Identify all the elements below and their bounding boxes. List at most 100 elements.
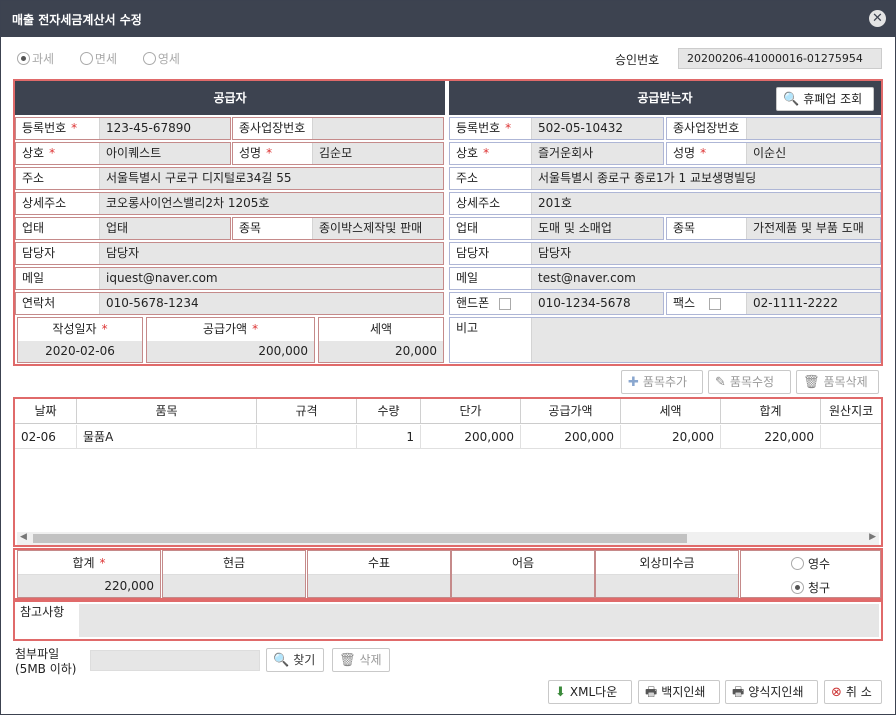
buyer-email-field[interactable]: test@naver.com [532,268,880,289]
buyer-biz-field[interactable]: 도매 및 소매업 [532,218,663,239]
horizontal-scrollbar[interactable]: ◀ ▶ [17,532,879,545]
memo-field[interactable] [79,604,879,637]
form-print-button[interactable]: 🖶 양식지인쇄 [725,680,818,704]
col-tax[interactable]: 세액 [621,399,721,423]
supplier-item-label: 종목 [233,218,313,239]
scrollbar-thumb[interactable] [33,534,687,543]
payment-check-label: 수표 [308,551,450,575]
payment-total-field[interactable]: 220,000 [18,575,160,597]
radio-claim[interactable] [791,581,804,594]
date-field[interactable]: 2020-02-06 [18,341,142,362]
payment-cash-label: 현금 [163,551,305,575]
buyer-addr-field[interactable]: 서울특별시 종로구 종로1가 1 교보생명빌딩 [532,168,880,189]
payment-credit: 외상미수금 [595,550,739,598]
xml-download-label: XML다운 [569,685,618,699]
lookup-closure-label: 휴폐업 조회 [803,92,863,106]
supplier-email-field[interactable]: iquest@naver.com [100,268,443,289]
col-unit-price[interactable]: 단가 [421,399,521,423]
memo-frame: 참고사항 [13,600,883,641]
radio-zero[interactable] [142,52,156,65]
supplier-phone-label: 연락처 [16,293,100,314]
edit-item-button[interactable]: ✎ 품목수정 [708,370,791,394]
radio-taxable[interactable] [17,52,30,65]
buyer-reg-field[interactable]: 502-05-10432 [532,118,663,139]
buyer-addr2-field[interactable]: 201호 [532,193,880,214]
add-item-button[interactable]: ✚ 품목추가 [621,370,703,394]
tax-field[interactable]: 20,000 [319,341,443,362]
supply-field[interactable]: 200,000 [147,341,314,362]
col-supply[interactable]: 공급가액 [521,399,621,423]
supplier-addr-label: 주소 [16,168,100,189]
cell-unit-price[interactable]: 200,000 [421,425,521,449]
buyer-name-field[interactable]: 즐거운회사 [532,143,663,164]
supplier-addr2-field[interactable]: 코오롱사이언스밸리2차 1205호 [100,193,443,214]
radio-taxable-label: 과세 [32,52,55,66]
fax-checkbox[interactable] [709,297,722,310]
item-table: 날짜 품목 규격 수량 단가 공급가액 세액 합계 원산지코 02-06 물품A… [13,397,883,547]
supplier-manager-field[interactable]: 담당자 [100,243,443,264]
radio-exempt[interactable] [79,52,93,65]
scroll-left-icon[interactable]: ◀ [20,532,27,542]
title-bar: 매출 전자세금계산서 수정 ✕ [1,1,895,37]
cell-supply[interactable]: 200,000 [521,425,621,449]
supplier-addr-row: 주소 서울특별시 구로구 디지털로34길 55 [15,167,444,190]
buyer-note-field[interactable] [532,318,880,362]
col-origin[interactable]: 원산지코 [821,399,881,423]
supplier-addr-field[interactable]: 서울특별시 구로구 디지털로34길 55 [100,168,443,189]
supplier-phone-field[interactable]: 010-5678-1234 [100,293,443,314]
col-qty[interactable]: 수량 [357,399,421,423]
plain-print-button[interactable]: 🖶 백지인쇄 [638,680,720,704]
buyer-item-label: 종목 [667,218,747,239]
cell-qty[interactable]: 1 [357,425,421,449]
buyer-branch-row: 종사업장번호 [666,117,881,140]
delete-file-button[interactable]: 🗑 삭제 [332,648,390,672]
supplier-reg-field[interactable]: 123-45-67890 [100,118,230,139]
payment-credit-field[interactable] [596,575,738,597]
supplier-biz-field[interactable]: 업태 [100,218,230,239]
supplier-item-field[interactable]: 종이박스제작및 판매 [313,218,443,239]
supplier-name-field[interactable]: 아이퀘스트 [100,143,230,164]
cell-total[interactable]: 220,000 [721,425,821,449]
radio-receipt-wrap: 영수 [791,555,830,572]
xml-download-button[interactable]: ⬇ XML다운 [548,680,632,704]
receipt-claim-group: 영수 청구 [740,550,881,598]
cell-item[interactable]: 물품A [77,425,257,449]
cancel-button[interactable]: ⊗ 취 소 [824,680,882,704]
supplier-ceo-field[interactable]: 김순모 [313,143,443,164]
close-icon[interactable]: ✕ [869,10,886,27]
payment-cash-field[interactable] [163,575,305,597]
lookup-closure-button[interactable]: 🔍 휴폐업 조회 [776,87,874,111]
find-file-button[interactable]: 🔍 찾기 [266,648,324,672]
buyer-ceo-field[interactable]: 이순신 [747,143,880,164]
col-spec[interactable]: 규격 [257,399,357,423]
col-date[interactable]: 날짜 [15,399,77,423]
attach-file-field[interactable] [90,650,260,671]
supplier-email-row: 메일 iquest@naver.com [15,267,444,290]
payment-note-field[interactable] [452,575,594,597]
table-row[interactable]: 02-06 물품A 1 200,000 200,000 20,000 220,0… [15,425,881,449]
buyer-manager-field[interactable]: 담당자 [532,243,880,264]
payment-note-label: 어음 [452,551,594,575]
cell-spec[interactable] [257,425,357,449]
cell-tax[interactable]: 20,000 [621,425,721,449]
buyer-fax-field[interactable]: 02-1111-2222 [747,293,880,314]
buyer-mobile-row: 핸드폰 010-1234-5678 [449,292,664,315]
cell-date[interactable]: 02-06 [15,425,77,449]
col-total[interactable]: 합계 [721,399,821,423]
radio-receipt[interactable] [791,557,804,570]
payment-check-field[interactable] [308,575,450,597]
window-title: 매출 전자세금계산서 수정 [12,13,142,27]
cell-origin[interactable] [821,425,881,449]
attach-label-line1: 첨부파일 [15,647,60,661]
supplier-branch-field[interactable] [313,118,443,139]
mobile-checkbox[interactable] [499,297,512,310]
cancel-icon: ⊗ [831,684,842,700]
scroll-right-icon[interactable]: ▶ [869,532,876,542]
buyer-name-row: 상호 * 즐거운회사 [449,142,664,165]
buyer-branch-field[interactable] [747,118,880,139]
delete-item-button[interactable]: 🗑 품목삭제 [796,370,879,394]
col-item[interactable]: 품목 [77,399,257,423]
buyer-mobile-field[interactable]: 010-1234-5678 [532,293,663,314]
buyer-item-field[interactable]: 가전제품 및 부품 도매 [747,218,880,239]
buyer-addr-row: 주소 서울특별시 종로구 종로1가 1 교보생명빌딩 [449,167,881,190]
